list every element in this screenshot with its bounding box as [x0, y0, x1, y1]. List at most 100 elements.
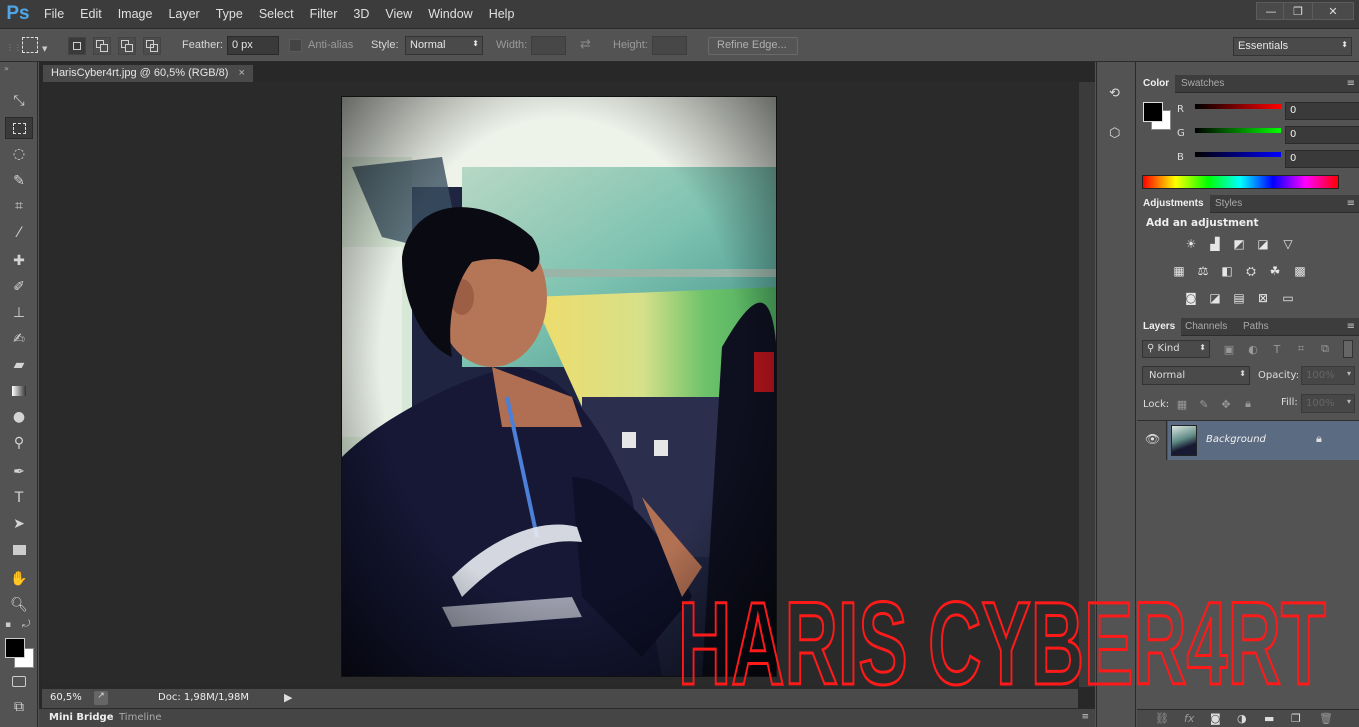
levels-icon[interactable]: ▟: [1207, 237, 1223, 251]
tab-mini-bridge[interactable]: Mini Bridge: [49, 712, 114, 723]
type-filter-icon[interactable]: T: [1270, 342, 1284, 356]
dodge-icon[interactable]: ⚲: [5, 432, 33, 454]
height-input[interactable]: [652, 36, 687, 55]
menu-file[interactable]: File: [36, 7, 72, 21]
link-layers-icon[interactable]: ⛓: [1155, 712, 1169, 725]
history-brush-icon[interactable]: ✍: [5, 328, 33, 350]
lock-pixels-icon[interactable]: ✎: [1197, 397, 1211, 411]
close-window-button[interactable]: ✕: [1312, 2, 1354, 20]
filter-toggle[interactable]: [1343, 340, 1353, 358]
lasso-icon[interactable]: ◌: [5, 143, 33, 165]
foreground-color-swatch[interactable]: [5, 638, 25, 658]
restore-button[interactable]: ❐: [1283, 2, 1313, 20]
menu-3d[interactable]: 3D: [345, 7, 377, 21]
minimize-button[interactable]: —: [1256, 2, 1286, 20]
b-slider[interactable]: [1195, 152, 1281, 157]
width-input[interactable]: [531, 36, 566, 55]
chevron-down-icon[interactable]: ▾: [1347, 369, 1351, 378]
clone-stamp-icon[interactable]: ⊥: [5, 302, 33, 324]
3d-panel-icon[interactable]: ⬡: [1109, 126, 1127, 146]
pixel-filter-icon[interactable]: ▣: [1222, 342, 1236, 356]
smart-object-filter-icon[interactable]: ⧉: [1318, 342, 1332, 356]
filter-kind-select[interactable]: ⚲ Kind ⬍: [1142, 340, 1210, 358]
brush-icon[interactable]: ✐: [5, 276, 33, 298]
zoom-level[interactable]: 60,5%: [50, 692, 82, 703]
color-lookup-icon[interactable]: ▩: [1292, 264, 1308, 278]
document-canvas-photo[interactable]: [341, 96, 777, 677]
curves-icon[interactable]: ◩: [1231, 237, 1247, 251]
photo-filter-icon[interactable]: ⛭: [1243, 264, 1259, 278]
pen-icon[interactable]: ✒: [5, 461, 33, 483]
new-adjustment-layer-icon[interactable]: ◑: [1237, 712, 1247, 725]
subtract-selection-icon[interactable]: [118, 37, 136, 55]
workspace-select[interactable]: Essentials ⬍: [1233, 37, 1352, 56]
path-selection-icon[interactable]: ➤: [5, 513, 33, 535]
gradient-icon[interactable]: [5, 380, 33, 402]
add-selection-icon[interactable]: [93, 37, 111, 55]
lock-all-icon[interactable]: 🔒︎: [1241, 397, 1255, 411]
gradient-map-icon[interactable]: ▭: [1280, 291, 1296, 305]
trash-icon[interactable]: 🗑︎: [1319, 712, 1333, 725]
marquee-preset-icon[interactable]: [22, 37, 38, 53]
chevron-down-icon[interactable]: ▼: [42, 45, 47, 53]
g-value-input[interactable]: 0: [1285, 126, 1359, 144]
r-slider[interactable]: [1195, 104, 1281, 109]
history-panel-icon[interactable]: ⟲: [1109, 86, 1127, 106]
quick-mask-icon[interactable]: [5, 670, 33, 692]
tab-paths[interactable]: Paths: [1237, 318, 1275, 336]
blur-icon[interactable]: ●: [5, 406, 33, 428]
lock-transparent-icon[interactable]: ▦: [1175, 397, 1189, 411]
menu-edit[interactable]: Edit: [72, 7, 110, 21]
posterize-icon[interactable]: ◪: [1207, 291, 1223, 305]
fx-icon[interactable]: fx: [1184, 712, 1194, 725]
shape-filter-icon[interactable]: ⌗: [1294, 342, 1308, 356]
layer-row-background[interactable]: Background 🔒︎: [1168, 421, 1359, 460]
lock-position-icon[interactable]: ✥: [1219, 397, 1233, 411]
fill-input[interactable]: 100% ▾: [1301, 394, 1355, 413]
default-colors-icon[interactable]: ▪: [5, 620, 11, 630]
new-layer-icon[interactable]: ❐: [1291, 712, 1301, 725]
panel-menu-icon[interactable]: ≡: [1347, 198, 1355, 209]
threshold-icon[interactable]: ▤: [1231, 291, 1247, 305]
refine-edge-button[interactable]: Refine Edge...: [708, 37, 798, 55]
menu-image[interactable]: Image: [110, 7, 161, 21]
color-spectrum[interactable]: [1142, 175, 1339, 189]
black-white-icon[interactable]: ◧: [1219, 264, 1235, 278]
color-balance-icon[interactable]: ⚖: [1195, 264, 1211, 278]
panel-menu-icon[interactable]: ≡: [1081, 712, 1089, 722]
eraser-icon[interactable]: ▰: [5, 354, 33, 376]
rectangular-marquee-icon[interactable]: [5, 117, 33, 139]
eyedropper-icon[interactable]: ⁄: [5, 222, 33, 244]
screen-mode-icon[interactable]: ⧉: [5, 696, 33, 718]
menu-type[interactable]: Type: [208, 7, 251, 21]
add-mask-icon[interactable]: ◙: [1210, 712, 1221, 725]
menu-select[interactable]: Select: [251, 7, 302, 21]
hue-saturation-icon[interactable]: ▦: [1171, 264, 1187, 278]
document-tab[interactable]: HarisCyber4rt.jpg @ 60,5% (RGB/8) ×: [42, 64, 254, 82]
tab-swatches[interactable]: Swatches: [1175, 75, 1230, 93]
chevron-down-icon[interactable]: ▾: [1347, 397, 1351, 406]
selective-color-icon[interactable]: ⊠: [1255, 291, 1271, 305]
share-icon[interactable]: ↗: [94, 691, 108, 705]
tab-channels[interactable]: Channels: [1179, 318, 1233, 336]
r-value-input[interactable]: 0: [1285, 102, 1359, 120]
antialias-checkbox[interactable]: [289, 39, 302, 52]
new-group-icon[interactable]: ▬: [1264, 712, 1274, 725]
swap-colors-icon[interactable]: ⤾: [22, 619, 30, 630]
panel-menu-icon[interactable]: ≡: [1347, 78, 1355, 89]
menu-view[interactable]: View: [377, 7, 420, 21]
tab-styles[interactable]: Styles: [1209, 195, 1248, 213]
feather-input[interactable]: 0 px: [227, 36, 279, 55]
exposure-icon[interactable]: ◪: [1255, 237, 1271, 251]
type-icon[interactable]: T: [5, 487, 33, 509]
tab-timeline[interactable]: Timeline: [119, 712, 162, 723]
adjustment-filter-icon[interactable]: ◐: [1246, 342, 1260, 356]
brightness-icon[interactable]: ☀: [1183, 237, 1199, 251]
new-selection-icon[interactable]: [68, 37, 86, 55]
quick-selection-icon[interactable]: ✎: [5, 170, 33, 192]
color-fg-swatch[interactable]: [1143, 102, 1163, 122]
b-value-input[interactable]: 0: [1285, 150, 1359, 168]
style-select[interactable]: Normal ⬍: [405, 36, 483, 55]
swap-icon[interactable]: ⇄: [580, 37, 591, 52]
layer-name[interactable]: Background: [1206, 434, 1266, 445]
